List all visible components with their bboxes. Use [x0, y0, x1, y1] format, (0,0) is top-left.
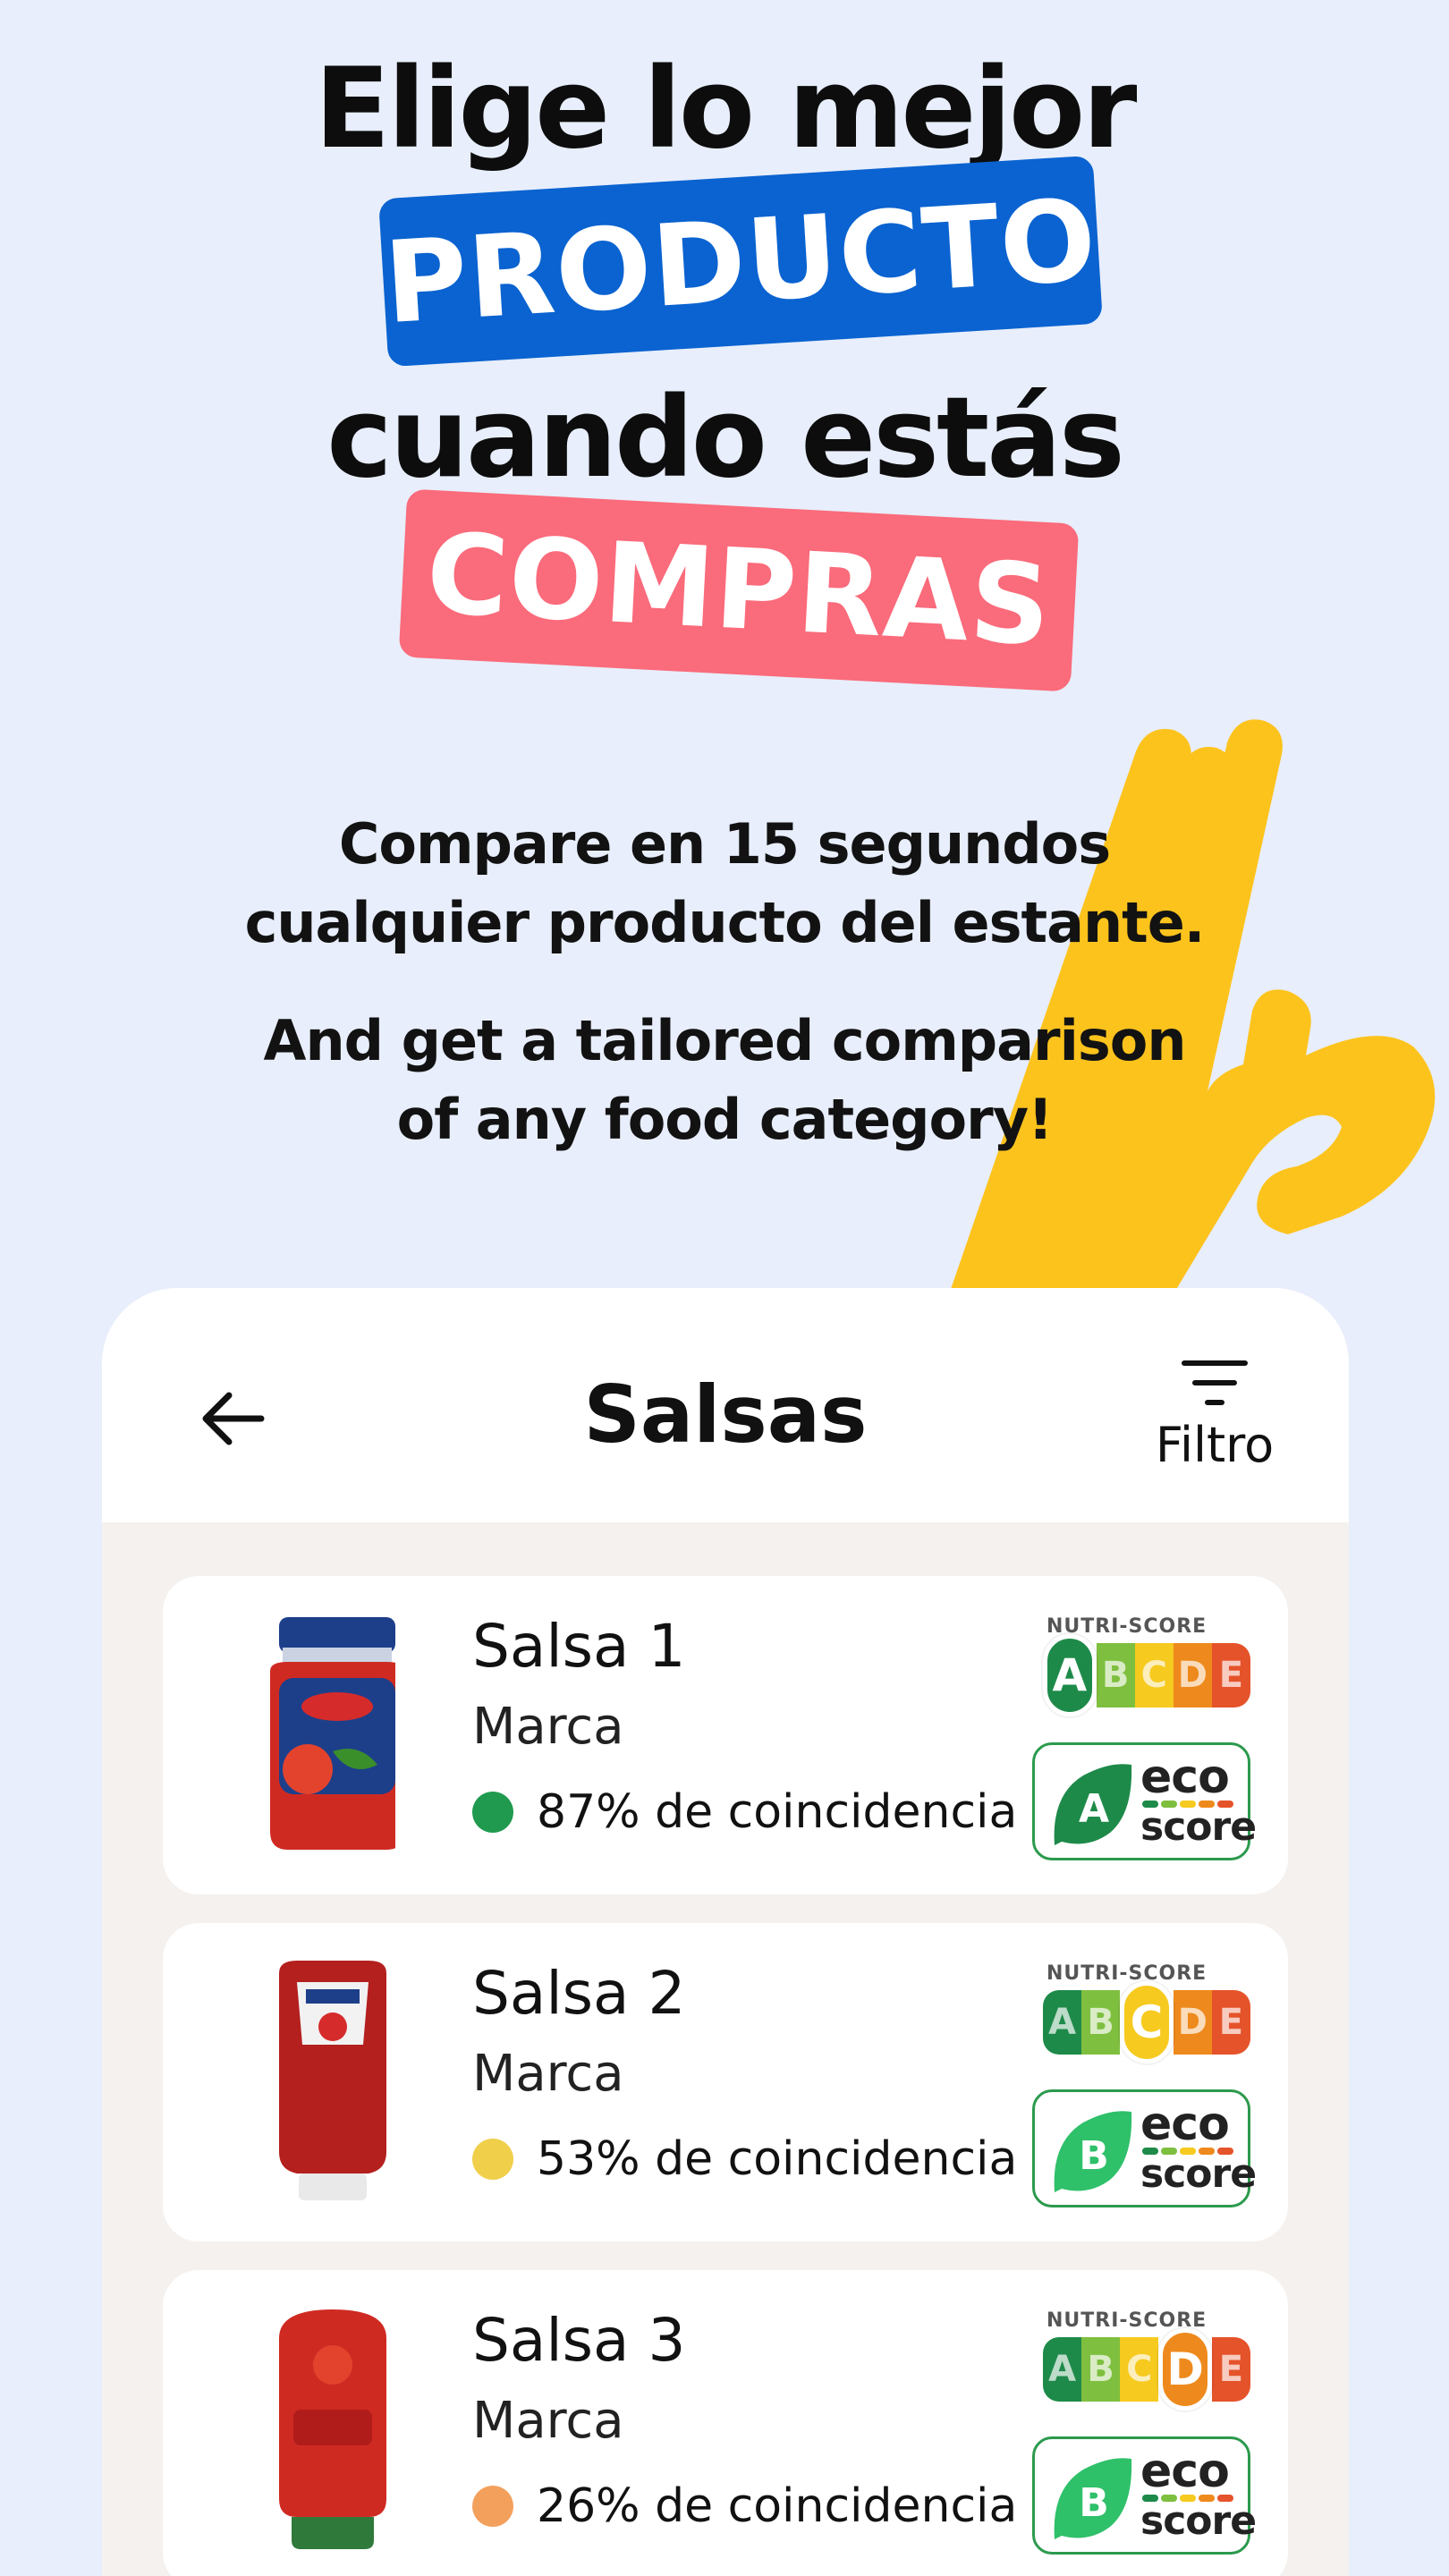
nutri-grade-e: E — [1211, 1643, 1251, 1707]
sauce-jar-image — [270, 1617, 395, 1850]
nutri-grade-b: B — [1096, 1643, 1135, 1707]
match-text: 26% de coincidencia — [537, 2479, 1018, 2533]
match-text: 53% de coincidencia — [537, 2132, 1018, 2186]
svg-text:A: A — [1079, 1786, 1109, 1832]
eco-score-badge: B eco score — [1032, 2436, 1257, 2555]
svg-text:B: B — [1079, 2133, 1109, 2179]
nutri-score-badge: NUTRI-SCORE A B C D E — [1039, 2309, 1254, 2411]
score-word: score — [1140, 2498, 1257, 2544]
eco-word: eco — [1140, 1750, 1230, 1804]
filter-icon — [1182, 1360, 1248, 1405]
nutri-score-label: NUTRI-SCORE — [1046, 1615, 1208, 1638]
match-text: 87% de coincidencia — [537, 1785, 1018, 1839]
leaf-icon: B — [1054, 2458, 1132, 2539]
score-word: score — [1140, 2151, 1257, 2197]
filter-button[interactable]: Filtro — [1143, 1358, 1286, 1483]
promo-screen: Elige lo mejor PRODUCTO cuando estás COM… — [0, 0, 1449, 2576]
app-preview-card: Salsas Filtro Salsa 1 Marca 87% de coinc… — [102, 1288, 1349, 2576]
nutri-grade-a: A — [1043, 1990, 1082, 2055]
nutri-grade-a: A — [1043, 2337, 1082, 2402]
nutri-grade-c: C — [1120, 2337, 1159, 2402]
filter-label: Filtro — [1155, 1417, 1275, 1473]
highlight-product-pill: PRODUCTO — [378, 155, 1103, 368]
nutri-grade-e: E — [1211, 1990, 1251, 2055]
hero-line-1: Elige lo mejor — [314, 45, 1138, 174]
tagline-4: of any food category! — [396, 1087, 1054, 1152]
tagline-3: And get a tailored comparison — [263, 1008, 1187, 1073]
eco-word: eco — [1140, 2445, 1230, 2498]
ketchup-bottle-red-image — [279, 2309, 386, 2549]
tagline-2: cualquier producto del estante. — [244, 890, 1206, 955]
tagline-1: Compare en 15 segundos — [338, 811, 1111, 877]
product-card[interactable]: Salsa 3 Marca 26% de coincidencia NUTRI-… — [163, 2270, 1288, 2576]
product-card[interactable]: Salsa 2 Marca 53% de coincidencia NUTRI-… — [163, 1923, 1288, 2241]
nutri-grade-b: B — [1081, 1990, 1121, 2055]
eco-score-badge: A eco score — [1032, 1742, 1257, 1860]
ketchup-bottle-image — [279, 1961, 386, 2200]
match-indicator: 53% de coincidencia — [472, 2132, 1017, 2186]
nutri-grade-b: B — [1081, 2337, 1121, 2402]
score-word: score — [1140, 1804, 1257, 1850]
nutri-grade-c: C — [1134, 1643, 1174, 1707]
nutri-score-label: NUTRI-SCORE — [1046, 2309, 1208, 2332]
hero-line-2: cuando estás — [326, 374, 1125, 503]
leaf-icon: A — [1054, 1764, 1132, 1845]
product-brand: Marca — [472, 1698, 624, 1756]
highlight-compras-pill: COMPRAS — [398, 488, 1080, 692]
product-name: Salsa 1 — [472, 1612, 686, 1681]
product-card[interactable]: Salsa 1 Marca 87% de coincidencia NUTRI-… — [163, 1576, 1288, 1894]
match-dot-icon — [472, 1792, 513, 1833]
match-dot-icon — [472, 2139, 513, 2180]
match-dot-icon — [472, 2486, 513, 2527]
hand-gesture-icon — [948, 719, 1436, 1297]
product-brand: Marca — [472, 2392, 624, 2450]
nutri-grade-a: A — [1043, 1634, 1097, 1716]
nutri-score-badge: NUTRI-SCORE A B C D E — [1039, 1962, 1254, 2063]
nutri-grade-d: D — [1158, 2328, 1212, 2411]
eco-word: eco — [1140, 2097, 1230, 2151]
leaf-icon: B — [1054, 2111, 1132, 2192]
nutri-grade-c: C — [1120, 1981, 1174, 2063]
app-header: Salsas Filtro — [102, 1288, 1349, 1522]
match-indicator: 26% de coincidencia — [472, 2479, 1017, 2533]
product-name: Salsa 3 — [472, 2306, 686, 2375]
product-brand: Marca — [472, 2045, 624, 2103]
product-name: Salsa 2 — [472, 1959, 686, 2028]
eco-score-badge: B eco score — [1032, 2089, 1257, 2207]
nutri-grade-e: E — [1211, 2337, 1251, 2402]
nutri-grade-d: D — [1173, 1990, 1212, 2055]
nutri-score-badge: NUTRI-SCORE A B C D E — [1039, 1615, 1254, 1716]
svg-text:B: B — [1079, 2480, 1109, 2526]
nutri-grade-d: D — [1173, 1643, 1212, 1707]
match-indicator: 87% de coincidencia — [472, 1785, 1017, 1839]
